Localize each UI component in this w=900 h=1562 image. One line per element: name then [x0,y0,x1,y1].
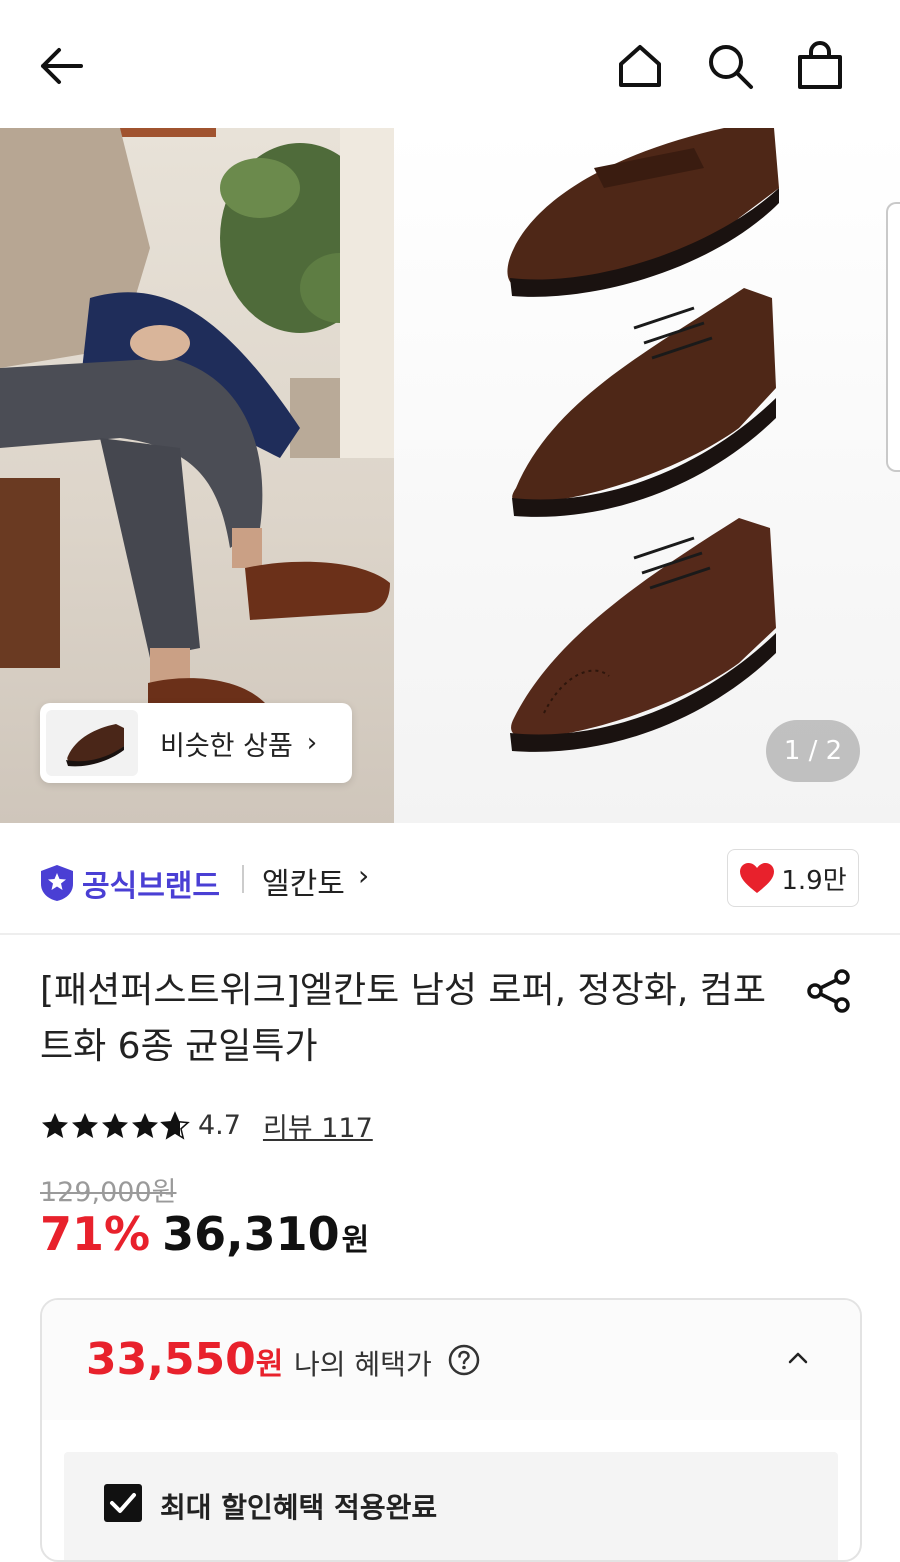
brand-name-link[interactable]: 엘칸토 [262,859,345,903]
original-price: 129,000원 [40,1177,177,1208]
review-count-link[interactable]: 리뷰 117 [263,1106,373,1145]
chevron-right-icon: › [306,728,318,758]
star-icon [102,1112,128,1138]
star-icon [42,1112,68,1138]
top-navigation-bar [0,0,900,128]
shield-star-icon [41,865,73,901]
similar-products-button[interactable]: 비슷한 상품 › [40,703,352,783]
similar-products-label: 비슷한 상품 [160,730,293,762]
star-half-icon [160,1110,190,1140]
discount-rate: 71% [40,1207,151,1261]
star-icon [132,1112,158,1138]
similar-product-thumbnail [46,710,138,776]
sale-price: 36,310 [162,1207,340,1261]
official-brand-label: 공식브랜드 [82,869,220,904]
my-benefit-price-label: 나의 혜택가 [294,1348,432,1381]
benefit-price-value: 33,550 [86,1334,256,1385]
star-rating [40,1110,190,1141]
back-arrow-icon[interactable] [30,36,90,96]
like-button[interactable]: 1.9만 [727,849,859,907]
benefit-header[interactable]: 33,550원 나의 혜택가 [42,1300,860,1420]
product-title: [패션퍼스트위크]엘칸토 남성 로퍼, 정장화, 컴포트화 6종 균일특가 [40,970,767,1067]
home-icon[interactable] [610,36,670,96]
image-pager-indicator: 1 / 2 [766,720,860,782]
chevron-up-icon[interactable] [784,1344,812,1372]
currency-unit: 원 [341,1223,370,1258]
checkbox-checked[interactable] [104,1484,142,1522]
heart-icon [740,863,775,893]
rating-value: 4.7 [198,1110,241,1141]
official-brand-badge: 공식브랜드 [40,861,220,905]
price-row: 71% 36,310 원 [40,1207,369,1261]
shopping-bag-icon[interactable] [790,36,850,96]
max-discount-applied-label: 최대 할인혜택 적용완료 [160,1491,438,1524]
brand-row: 공식브랜드 엘칸토 › 1.9만 [0,823,900,935]
benefit-price: 33,550원 [86,1334,283,1385]
product-image-gallery[interactable]: 비슷한 상품 › 1 / 2 [0,128,900,823]
like-count: 1.9만 [781,865,847,896]
divider [242,865,244,893]
product-shoes-photo [394,128,900,823]
floating-side-tab[interactable] [886,202,900,472]
checkmark-icon [110,1493,136,1513]
benefit-detail-section: 최대 할인혜택 적용완료 [64,1452,838,1560]
question-circle-icon[interactable] [448,1344,480,1376]
benefit-price-panel: 33,550원 나의 혜택가 최대 할인혜택 적용완료 [40,1298,862,1562]
share-icon[interactable] [806,968,852,1014]
star-icon [72,1112,98,1138]
rating-row: 4.7 리뷰 117 [40,1106,373,1145]
currency-unit: 원 [255,1347,284,1382]
search-icon[interactable] [700,36,760,96]
chevron-right-icon: › [358,859,370,892]
